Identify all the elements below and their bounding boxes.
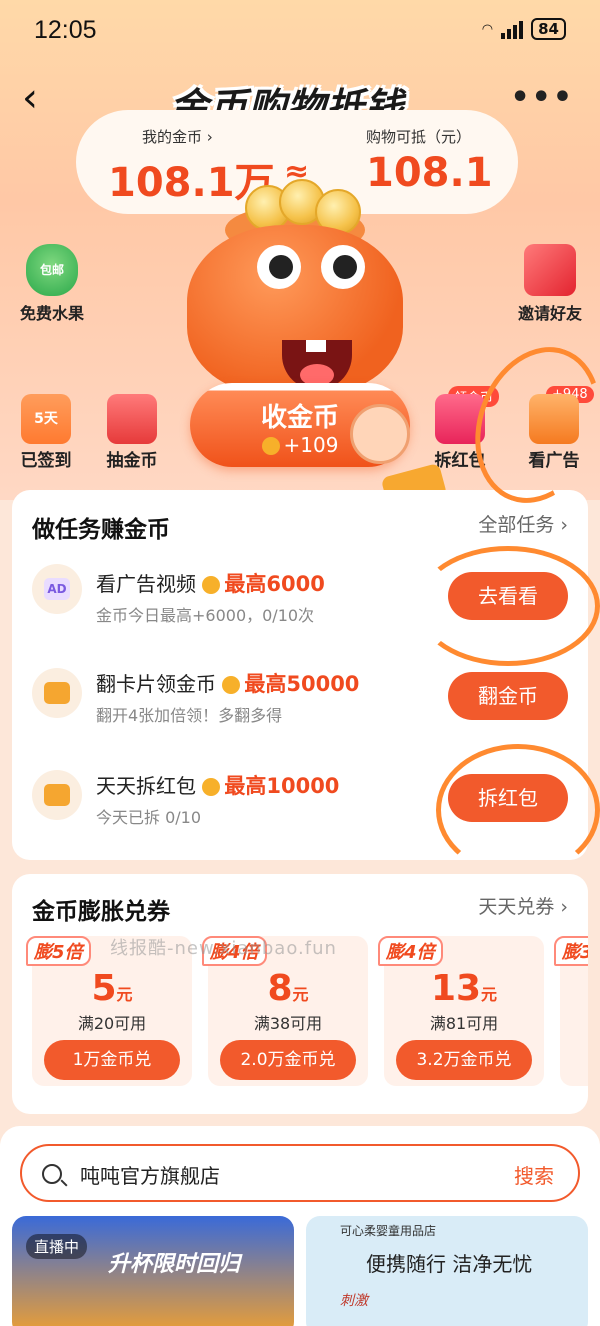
deduct-label: 购物可抵（元） xyxy=(366,128,472,146)
task-subtitle: 翻开4张加倍领！多翻多得 xyxy=(96,706,283,725)
status-time: 12:05 xyxy=(34,16,97,44)
coin-icon xyxy=(261,437,280,455)
exchange-button[interactable]: 2.0万金币兑 xyxy=(220,1040,356,1080)
boost-badge: 膨5倍 xyxy=(26,936,91,966)
search-input[interactable]: 吨吨官方旗舰店 xyxy=(80,1160,220,1189)
cards-icon xyxy=(32,668,82,718)
daily-vouchers-link[interactable]: 天天兑券 › xyxy=(478,892,568,919)
tasks-title: 做任务赚金币 xyxy=(32,517,170,543)
boost-badge: 膨4倍 xyxy=(378,936,443,966)
collect-amount: +109 xyxy=(283,433,339,457)
invite-label: 邀请好友 xyxy=(517,304,582,323)
battery-icon: 84 xyxy=(531,18,566,40)
feed-card-live[interactable]: 直播中 升杯限时回归 xyxy=(12,1216,294,1326)
live-badge: 直播中 xyxy=(26,1234,88,1259)
voucher-amount: 8 xyxy=(267,968,293,1009)
feed-banner: 升杯限时回归 xyxy=(108,1252,241,1277)
voucher-condition: 满20可用 xyxy=(77,1014,147,1033)
voucher-amount: 5 xyxy=(91,968,117,1009)
signal-icon xyxy=(501,19,524,39)
annotation-circle xyxy=(436,744,600,876)
watermark: 线报酷-new.xianbao.fun xyxy=(110,938,337,959)
status-icons: ◠ 84 xyxy=(482,18,566,40)
boost-badge: 膨3 xyxy=(554,936,588,966)
coin-bag-mascot[interactable] xyxy=(175,179,415,395)
invite-friends-entry[interactable]: 邀请好友 xyxy=(510,244,590,324)
mascot-eye xyxy=(257,245,301,289)
checkin-label: 已签到 xyxy=(20,451,72,471)
search-button[interactable]: 搜索 xyxy=(514,1160,554,1189)
mascot-eye xyxy=(321,245,365,289)
task-title: 看广告视频 最高6000 xyxy=(96,572,325,596)
wifi-icon: ◠ xyxy=(481,21,494,37)
invite-icon xyxy=(524,244,576,296)
vouchers-title: 金币膨胀兑券 xyxy=(32,899,170,925)
voucher-item[interactable]: 膨4倍 13元 满81可用 3.2万金币兑 xyxy=(378,936,544,1086)
more-dots-icon[interactable]: ••• xyxy=(510,80,574,115)
red-packet-icon xyxy=(32,770,82,820)
task-subtitle: 今天已拆 0/10 xyxy=(96,808,202,827)
task-subtitle: 金币今日最高+6000，0/10次 xyxy=(96,606,315,625)
task-title: 翻卡片领金币 最高50000 xyxy=(96,672,360,696)
product-tag: 刺激 xyxy=(340,1293,368,1309)
status-bar: 12:05 ◠ 84 xyxy=(0,0,600,60)
product-slogan: 便携随行 洁净无忧 xyxy=(366,1252,533,1276)
draw-coins-entry[interactable]: 抽金币 xyxy=(96,394,168,471)
exchange-button[interactable]: 3.2万金币兑 xyxy=(396,1040,532,1080)
voucher-card: 金币膨胀兑券 天天兑券 › 膨5倍 5元 满20可用 1万金币兑 膨4倍 8元 … xyxy=(12,874,588,1114)
all-tasks-link[interactable]: 全部任务 › xyxy=(478,510,568,537)
draw-coins-label: 抽金币 xyxy=(106,451,158,471)
my-coins-label[interactable]: 我的金币 › xyxy=(142,126,213,147)
tree-icon: 包邮 xyxy=(26,244,78,296)
feed-card-product[interactable]: 可心柔婴童用品店 便携随行 洁净无忧 刺激 xyxy=(306,1216,588,1326)
free-fruit-entry[interactable]: 包邮 免费水果 xyxy=(12,244,92,324)
voucher-condition: 满38可用 xyxy=(253,1014,323,1033)
pointing-hand-icon xyxy=(350,404,410,464)
task-title: 天天拆红包 最高10000 xyxy=(96,774,340,798)
store-name: 可心柔婴童用品店 xyxy=(340,1224,437,1238)
calendar-icon: 5天 xyxy=(21,394,71,444)
checkin-entry[interactable]: 5天 已签到 xyxy=(10,394,82,471)
exchange-button[interactable]: 1万金币兑 xyxy=(44,1040,180,1080)
voucher-item-partial[interactable]: 膨3 xyxy=(554,936,588,1086)
search-icon xyxy=(42,1164,62,1184)
free-fruit-label: 免费水果 xyxy=(19,304,84,323)
back-icon[interactable]: ‹ xyxy=(22,78,38,118)
voucher-condition: 满81可用 xyxy=(429,1014,499,1033)
voucher-amount: 13 xyxy=(430,968,482,1009)
search-bar[interactable]: 吨吨官方旗舰店 搜索 xyxy=(20,1144,580,1202)
ad-icon: AD xyxy=(32,564,82,614)
annotation-circle xyxy=(416,546,600,666)
slot-machine-icon xyxy=(107,394,157,444)
flip-coins-button[interactable]: 翻金币 xyxy=(448,672,568,720)
